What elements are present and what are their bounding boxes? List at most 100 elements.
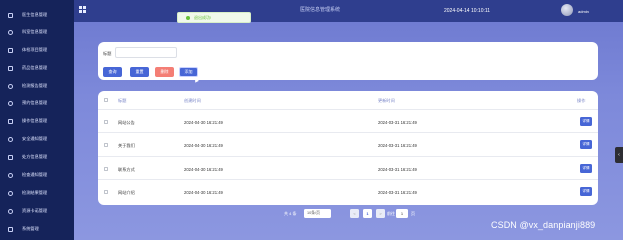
cell-updated: 2024-03-31 16:21:49 [378, 190, 417, 195]
search-panel: 标题 查询 重置 删除 添加 [98, 42, 598, 83]
sidebar-item-label: 操作信息管理 [22, 118, 48, 123]
prev-page-button[interactable]: < [350, 209, 359, 218]
cell-title: 联系方式 [118, 167, 135, 172]
pagination-total: 共 4 条 [284, 211, 297, 216]
column-header-created[interactable]: 创建时间 [184, 98, 201, 104]
sidebar-item-medicine[interactable]: 药品信息管理 [0, 62, 74, 74]
chat-icon [8, 83, 13, 89]
mouse-cursor-icon [193, 76, 199, 83]
sidebar-item-label: 体检项目管理 [22, 47, 48, 52]
sidebar-item-label: 系统管理 [22, 226, 39, 231]
detail-button[interactable]: 详情 [580, 164, 592, 173]
delete-button[interactable]: 删除 [155, 67, 174, 77]
sidebar-item-report[interactable]: 检测报告管理 [0, 80, 74, 92]
table-row: 网站介绍 2024-04-30 16:21:49 2024-03-31 16:2… [98, 180, 598, 205]
query-button[interactable]: 查询 [103, 67, 122, 77]
detail-button[interactable]: 详情 [580, 117, 592, 126]
sidebar-item-operation[interactable]: 操作信息管理 [0, 115, 74, 127]
sidebar-item-label: 检查通知管理 [22, 172, 48, 177]
cell-title: 网站公告 [118, 120, 135, 125]
collapse-handle[interactable]: ‹ [615, 147, 623, 163]
detail-button[interactable]: 详情 [580, 187, 592, 196]
sidebar: 医生信息管理 科室信息管理 体检项目管理 药品信息管理 检测报告管理 预约信息管… [0, 0, 74, 240]
sidebar-item-inspection[interactable]: 检查通知管理 [0, 169, 74, 181]
column-header-title[interactable]: 标题 [118, 98, 126, 104]
goto-label: 前往 [387, 211, 395, 216]
document-icon [8, 65, 13, 71]
reset-button[interactable]: 重置 [130, 67, 149, 77]
table-row: 联系方式 2024-04-30 16:21:49 2024-03-31 16:2… [98, 157, 598, 180]
username[interactable]: admin [578, 9, 589, 14]
cell-title: 网站介绍 [118, 190, 135, 195]
document-icon [8, 118, 13, 124]
grid-menu-icon[interactable] [79, 6, 86, 13]
add-button[interactable]: 添加 [179, 67, 198, 77]
cell-updated: 2024-03-31 16:21:49 [378, 120, 417, 125]
sidebar-item-system[interactable]: 系统管理 [0, 223, 74, 235]
sidebar-item-label: 医生信息管理 [22, 12, 48, 17]
sidebar-item-notice[interactable]: 安全通知管理 [0, 133, 74, 145]
circle-check-icon [8, 208, 13, 214]
cell-created: 2024-04-30 16:21:49 [184, 120, 223, 125]
success-toast: 退出成功! [177, 12, 251, 23]
sidebar-item-label: 科室信息管理 [22, 29, 48, 34]
sidebar-item-resource[interactable]: 资源卡诺管理 [0, 205, 74, 217]
select-all-checkbox[interactable] [104, 98, 108, 102]
sidebar-item-label: 药品信息管理 [22, 65, 48, 70]
watermark: CSDN @vx_danpianji889 [491, 220, 596, 230]
sidebar-item-label: 资源卡诺管理 [22, 208, 48, 213]
column-header-updated[interactable]: 更新时间 [378, 98, 395, 104]
data-table: 标题 创建时间 更新时间 操作 网站公告 2024-04-30 16:21:49… [98, 91, 598, 205]
row-checkbox[interactable] [104, 120, 108, 124]
next-page-button[interactable]: > [376, 209, 385, 218]
sidebar-item-appointment[interactable]: 预约信息管理 [0, 97, 74, 109]
row-checkbox[interactable] [104, 143, 108, 147]
document-icon [8, 226, 13, 232]
table-row: 网站公告 2024-04-30 16:21:49 2024-03-31 16:2… [98, 110, 598, 133]
app-title: 医院信息管理系统 [300, 7, 341, 13]
detail-button[interactable]: 详情 [580, 140, 592, 149]
sidebar-item-label: 安全通知管理 [22, 136, 48, 141]
sidebar-item-prescription[interactable]: 处方信息管理 [0, 151, 74, 163]
table-row: 关于我们 2024-04-30 16:21:49 2024-03-31 16:2… [98, 133, 598, 157]
document-icon [8, 12, 13, 18]
sidebar-item-department[interactable]: 科室信息管理 [0, 26, 74, 38]
cell-created: 2024-04-30 16:21:49 [184, 143, 223, 148]
page-number-current[interactable]: 1 [363, 209, 372, 218]
pagination: 共 4 条 10条/页 < 1 > 前往 1 页 [284, 208, 444, 219]
cell-updated: 2024-03-31 16:21:49 [378, 143, 417, 148]
goto-page-input[interactable]: 1 [396, 209, 408, 218]
document-icon [8, 154, 13, 160]
search-input[interactable] [115, 47, 177, 58]
success-check-icon [186, 15, 190, 20]
main-content: 医院信息管理系统 2024-04-14 10:10:11 admin 标题 查询… [74, 0, 623, 240]
goto-suffix: 页 [411, 211, 415, 216]
row-checkbox[interactable] [104, 190, 108, 194]
avatar[interactable] [561, 4, 573, 16]
chat-icon [8, 172, 13, 178]
sidebar-item-doctor-info[interactable]: 医生信息管理 [0, 9, 74, 21]
table-header: 标题 创建时间 更新时间 操作 [98, 91, 598, 110]
circle-check-icon [8, 29, 13, 35]
circle-check-icon [8, 136, 13, 142]
top-bar: 医院信息管理系统 2024-04-14 10:10:11 admin [74, 0, 623, 22]
column-header-operation: 操作 [577, 98, 586, 103]
sidebar-item-label: 检测结果管理 [22, 190, 48, 195]
circle-check-icon [8, 100, 13, 106]
page-size-select[interactable]: 10条/页 [304, 209, 331, 218]
circle-check-icon [8, 190, 13, 196]
cell-created: 2024-04-30 16:21:49 [184, 190, 223, 195]
document-icon [8, 47, 13, 53]
row-checkbox[interactable] [104, 167, 108, 171]
sidebar-item-label: 检测报告管理 [22, 83, 48, 88]
cell-updated: 2024-03-31 16:21:49 [378, 167, 417, 172]
current-datetime: 2024-04-14 10:10:11 [444, 8, 491, 14]
sidebar-item-label: 处方信息管理 [22, 154, 48, 159]
sidebar-item-label: 预约信息管理 [22, 100, 48, 105]
cell-title: 关于我们 [118, 143, 135, 148]
sidebar-item-result[interactable]: 检测结果管理 [0, 187, 74, 199]
search-label: 标题 [103, 51, 112, 56]
sidebar-item-checkup[interactable]: 体检项目管理 [0, 44, 74, 56]
toast-message: 退出成功! [194, 14, 212, 20]
cell-created: 2024-04-30 16:21:49 [184, 167, 223, 172]
